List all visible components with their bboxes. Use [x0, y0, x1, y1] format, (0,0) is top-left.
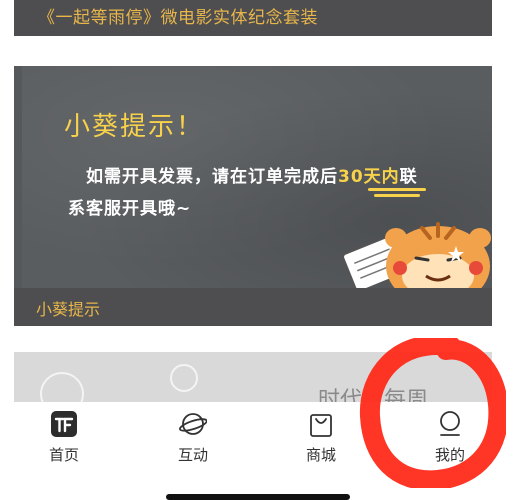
tab-home-label: 首页 [48, 446, 79, 464]
notice-line-1-suffix: 联 [399, 167, 418, 187]
notice-card[interactable]: 小葵提示！ 如需开具发票，请在订单完成后30天内联 系客服开具哦~ 小葵提示 [14, 66, 492, 326]
tiger-mascot-icon [344, 222, 491, 294]
user-profile-icon [436, 410, 464, 438]
notice-line-1-highlight: 30天内 [338, 167, 400, 187]
product-card-bottom[interactable]: 时代…每周 [14, 352, 492, 408]
notice-footer-label: 小葵提示 [36, 300, 101, 319]
notice-line-1: 如需开具发票，请在订单完成后30天内联 [86, 162, 418, 187]
tab-home[interactable]: 首页 [19, 410, 109, 470]
tab-mine[interactable]: 我的 [405, 410, 495, 470]
highlight-underline [374, 194, 420, 197]
planet-icon [179, 410, 208, 438]
tab-mall[interactable]: 商城 [276, 410, 366, 470]
shopping-bag-icon [307, 410, 335, 438]
product-title: 《一起等雨停》微电影实体纪念套装 [38, 8, 318, 28]
decorative-bubble [170, 364, 198, 392]
tab-mall-label: 商城 [305, 446, 336, 464]
notice-line-1-prefix: 如需开具发票，请在订单完成后 [86, 167, 338, 187]
notice-heading: 小葵提示！ [64, 112, 205, 142]
tab-interact-label: 互动 [177, 446, 208, 464]
notice-line-2: 系客服开具哦~ [68, 199, 192, 219]
highlight-underline [368, 188, 426, 191]
tab-interact[interactable]: 互动 [148, 410, 238, 470]
home-logo-icon [50, 410, 78, 438]
tab-mine-label: 我的 [434, 446, 465, 464]
bottom-tab-bar: 首页 互动 商城 我的 [0, 402, 514, 482]
chalkboard-banner: 小葵提示！ 如需开具发票，请在订单完成后30天内联 系客服开具哦~ [22, 66, 492, 294]
home-indicator [166, 494, 350, 500]
product-card-top[interactable]: 《一起等雨停》微电影实体纪念套装 [14, 0, 492, 36]
notice-footer: 小葵提示 [14, 288, 492, 326]
